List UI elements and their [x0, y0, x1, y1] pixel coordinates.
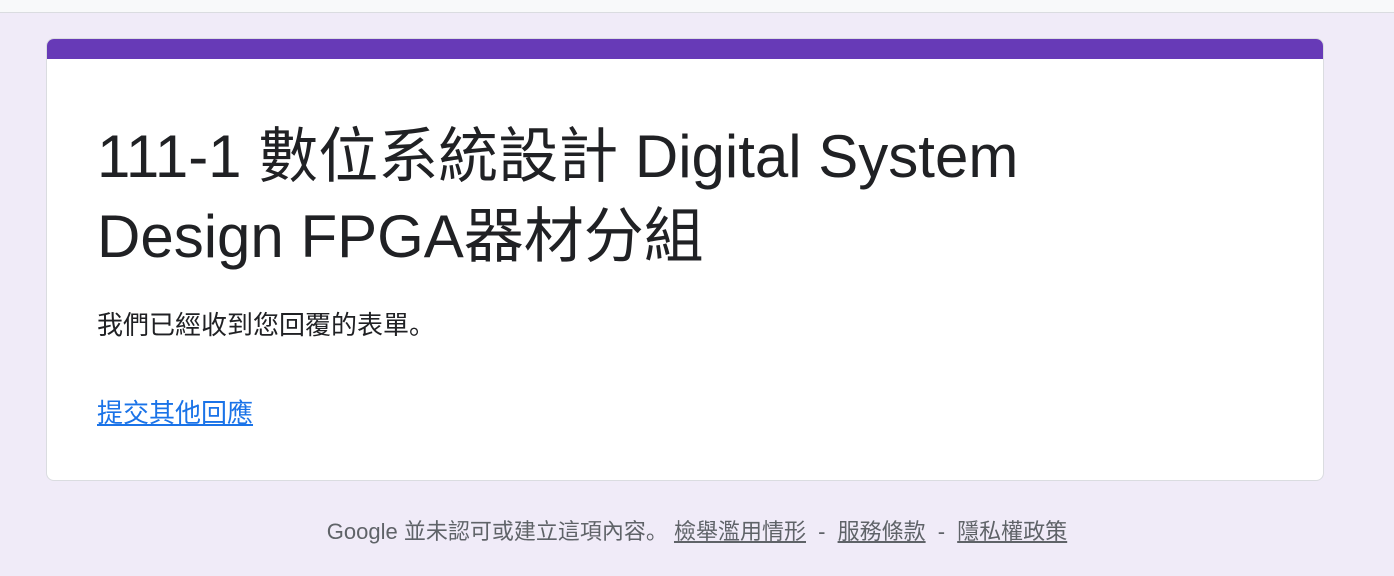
terms-of-service-link[interactable]: 服務條款 [838, 519, 926, 544]
submit-another-response-link[interactable]: 提交其他回應 [97, 397, 253, 429]
top-rule [0, 0, 1394, 13]
footer: Google 並未認可或建立這項內容。 檢舉濫用情形 - 服務條款 - 隱私權政… [0, 516, 1394, 548]
footer-disclaimer: Google 並未認可或建立這項內容。 [326, 519, 668, 544]
footer-separator: - [818, 519, 826, 544]
form-title: 111-1 數位系統設計 Digital System Design FPGA器… [97, 123, 1019, 270]
confirmation-message: 我們已經收到您回覆的表單。 [97, 310, 436, 340]
footer-separator: - [937, 519, 946, 544]
privacy-policy-link[interactable]: 隱私權政策 [957, 519, 1067, 544]
report-abuse-link[interactable]: 檢舉濫用情形 [674, 519, 806, 544]
form-card: 111-1 數位系統設計 Digital System Design FPGA器… [46, 38, 1324, 481]
form-accent-bar [47, 39, 1323, 59]
